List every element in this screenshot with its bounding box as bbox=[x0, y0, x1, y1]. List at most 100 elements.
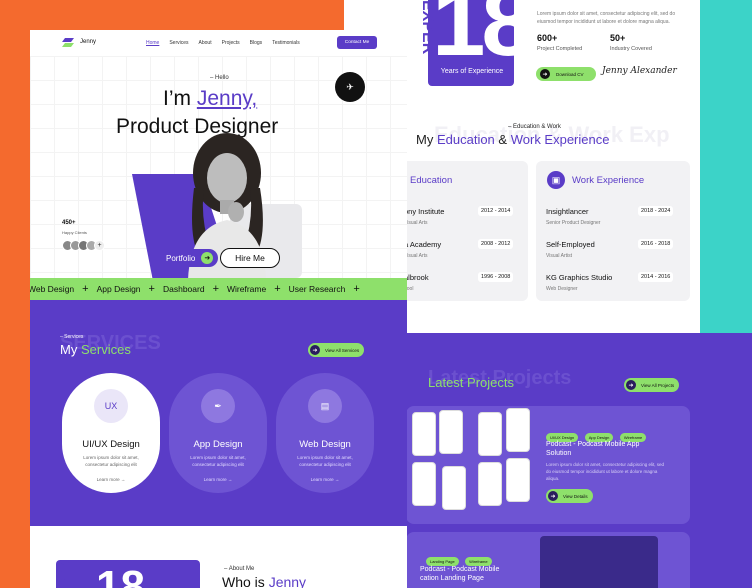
service-description: Lorem ipsum dolor sit amet, consectetur … bbox=[190, 455, 246, 467]
arrow-right-icon: ➜ bbox=[310, 345, 320, 355]
work-item-name: KG Graphics Studio bbox=[546, 273, 613, 282]
view-all-projects-button[interactable]: ➜ View All Projects bbox=[624, 378, 680, 392]
view-all-projects-label: View All Projects bbox=[641, 382, 675, 388]
work-item-years: 2016 - 2018 bbox=[638, 239, 674, 249]
project-title: Podcast - Podcast Mobile bbox=[420, 566, 500, 573]
learn-more-link[interactable]: Learn more → bbox=[62, 477, 160, 482]
stat-industry-label: Industry Covered bbox=[610, 46, 652, 52]
phone-mockup bbox=[506, 458, 530, 502]
arrow-right-icon: ➜ bbox=[548, 491, 558, 501]
experience-intro: Lorem ipsum dolor sit amet, consectetur … bbox=[537, 11, 676, 25]
nav-link-projects[interactable]: Projects bbox=[222, 40, 240, 46]
briefcase-icon: ▣ bbox=[547, 171, 565, 189]
service-name: UI/UX Design bbox=[82, 439, 140, 450]
services-subtitle: – Services bbox=[60, 334, 84, 340]
work-item-name: Insightlancer bbox=[546, 207, 589, 216]
nav-link-testimonials[interactable]: Testimonials bbox=[272, 40, 300, 46]
learn-more-link[interactable]: Learn more → bbox=[276, 477, 374, 482]
portfolio-button[interactable]: Portfolio ➜ bbox=[158, 249, 218, 267]
download-cv-label: Download CV bbox=[556, 71, 584, 77]
work-item-years: 2018 - 2024 bbox=[638, 206, 674, 216]
learn-more-link[interactable]: Learn more → bbox=[169, 477, 267, 482]
project-card[interactable]: UI/UX Design App Design Wireframe Podcas… bbox=[406, 406, 690, 524]
service-card-web[interactable]: ▤ Web Design Lorem ipsum dolor sit amet,… bbox=[276, 373, 374, 493]
portfolio-label: Portfolio bbox=[166, 253, 196, 263]
contact-me-button[interactable]: Contact Me bbox=[337, 36, 377, 49]
project-description: Lorem ipsum dolor sit amet, consectetur … bbox=[546, 462, 665, 481]
download-cv-button[interactable]: ➜ Download CV bbox=[536, 67, 596, 81]
top-navigation: Jenny Home Services About Projects Blogs… bbox=[30, 30, 407, 56]
arrow-right-icon: ➜ bbox=[540, 69, 550, 79]
about-title: Who is Jenny bbox=[222, 574, 307, 588]
logo-icon bbox=[62, 38, 74, 47]
work-item-sub: Web Designer bbox=[546, 286, 578, 292]
logo-text: Jenny bbox=[80, 39, 97, 45]
plus-icon: + bbox=[82, 283, 89, 295]
nav-link-blogs[interactable]: Blogs bbox=[250, 40, 263, 46]
add-icon[interactable]: + bbox=[94, 240, 105, 251]
years-label: Years of Experience bbox=[440, 68, 504, 75]
education-heading: Education bbox=[410, 175, 453, 186]
ticker-item: Web Design bbox=[30, 284, 75, 294]
nav-link-about[interactable]: About bbox=[199, 40, 212, 46]
education-item-years: 1996 - 2008 bbox=[478, 272, 514, 282]
happy-clients-label: Happy Clients bbox=[62, 230, 87, 235]
stat-projects-value: 600+ bbox=[537, 33, 558, 43]
phone-mockup bbox=[478, 462, 502, 506]
service-name: App Design bbox=[193, 439, 243, 450]
project-screenshot-image bbox=[540, 536, 658, 588]
ticker-item: Wireframe bbox=[227, 284, 267, 294]
education-title: My Education & Work Experience bbox=[416, 132, 610, 147]
education-item-name: a Academy bbox=[404, 240, 442, 249]
hire-me-badge-icon[interactable]: ✈ bbox=[335, 72, 365, 102]
projects-title: Latest Projects bbox=[428, 375, 514, 390]
work-item-sub: Senior Product Designer bbox=[546, 220, 601, 226]
about-vertical-label: EXPER bbox=[58, 562, 72, 588]
work-item-years: 2014 - 2016 bbox=[638, 272, 674, 282]
hire-me-button[interactable]: Hire Me bbox=[220, 248, 280, 268]
service-description: Lorem ipsum dolor sit amet, consectetur … bbox=[83, 455, 139, 467]
education-item-name: ony Institute bbox=[404, 207, 445, 216]
project-title-line2: cation Landing Page bbox=[420, 575, 484, 582]
stat-industry-value: 50+ bbox=[610, 33, 626, 43]
ux-icon: UX bbox=[94, 389, 128, 423]
education-item-sub: Visual Arts bbox=[404, 253, 428, 259]
view-details-button[interactable]: ➜ View Details bbox=[546, 489, 593, 503]
arrow-right-icon: ➜ bbox=[626, 380, 636, 390]
service-description: Lorem ipsum dolor sit amet, consectetur … bbox=[297, 455, 353, 467]
view-all-services-label: View All Services bbox=[325, 347, 360, 353]
arrow-right-icon: ➜ bbox=[201, 252, 214, 264]
service-card-uiux[interactable]: UX UI/UX Design Lorem ipsum dolor sit am… bbox=[62, 373, 160, 493]
signature: Jenny Alexander bbox=[602, 66, 677, 76]
work-column: ▣ Work Experience Insightlancer Senior P… bbox=[536, 161, 690, 301]
plus-icon: + bbox=[353, 283, 360, 295]
layout-icon: ▤ bbox=[308, 389, 342, 423]
education-item-name: albrook bbox=[404, 273, 429, 282]
phone-mockup bbox=[412, 412, 436, 456]
project-card[interactable]: Landing Page Wireframe Podcast - Podcast… bbox=[406, 532, 690, 588]
about-section: 18 EXPER – About Me Who is Jenny bbox=[30, 526, 407, 588]
services-title: My Services bbox=[60, 342, 131, 357]
phone-mockup bbox=[478, 412, 502, 456]
project-mockup-image bbox=[406, 406, 534, 524]
nav-link-services[interactable]: Services bbox=[169, 40, 188, 46]
nav-link-home[interactable]: Home bbox=[146, 40, 159, 46]
plus-icon: + bbox=[212, 283, 220, 295]
phone-mockup bbox=[412, 462, 436, 506]
skills-ticker: Web Design + App Design + Dashboard + Wi… bbox=[30, 278, 407, 300]
view-all-services-button[interactable]: ➜ View All Services bbox=[308, 343, 365, 357]
front-page: Jenny Home Services About Projects Blogs… bbox=[30, 30, 407, 588]
phone-mockup bbox=[442, 466, 466, 510]
service-name: Web Design bbox=[299, 439, 351, 450]
service-card-app[interactable]: ✒ App Design Lorem ipsum dolor sit amet,… bbox=[169, 373, 267, 493]
about-experience-number: 18 bbox=[96, 562, 145, 588]
view-details-label: View Details bbox=[563, 493, 588, 499]
phone-mockup bbox=[506, 408, 530, 452]
work-heading: Work Experience bbox=[572, 175, 645, 186]
plus-icon: + bbox=[148, 283, 155, 295]
education-subtitle: – Education & Work bbox=[508, 124, 561, 130]
about-subtitle: – About Me bbox=[224, 566, 255, 572]
happy-clients-count: 450+ bbox=[62, 220, 76, 226]
experience-number: 18 bbox=[432, 0, 535, 76]
pen-tool-icon: ✒ bbox=[201, 389, 235, 423]
